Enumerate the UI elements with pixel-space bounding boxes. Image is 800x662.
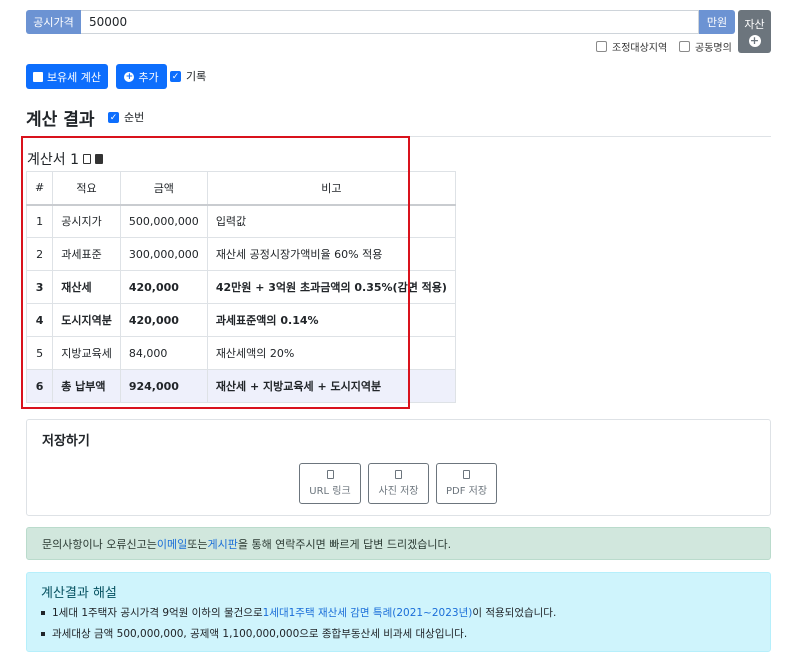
calc-button-label: 보유세 계산 [46, 70, 102, 84]
order-option[interactable]: ✓ 순번 [108, 109, 144, 125]
adjust-area-label: 조정대상지역 [612, 43, 668, 54]
explanation-line-2: 과세대상 금액 500,000,000, 공제액 1,100,000,000으로… [41, 626, 467, 641]
explanation-line-1-pre: 1세대 1주택자 공시가격 9억원 이하의 물건으로 [52, 607, 263, 619]
order-label: 순번 [124, 111, 145, 124]
board-link[interactable]: 게시판 [207, 536, 237, 552]
photo-save-label: 사진 저장 [378, 486, 419, 497]
joint-name-checkbox[interactable] [679, 41, 690, 52]
record-option[interactable]: ✓ 기록 [170, 68, 206, 84]
order-checkbox[interactable]: ✓ [108, 111, 119, 123]
record-label: 기록 [186, 70, 207, 83]
asset-button-label: 자산 [744, 18, 765, 31]
add-button-label: 추가 [138, 70, 159, 84]
photo-save-button[interactable]: 사진 저장 [368, 463, 429, 504]
unit-label: 만원 [699, 10, 735, 34]
adjust-area-option[interactable]: 조정대상지역 [596, 39, 667, 54]
explanation-line-1-post: 이 적용되었습니다. [472, 607, 557, 619]
results-title: 계산 결과 [26, 110, 95, 130]
special-rule-link[interactable]: 1세대1주택 재산세 감면 특례(2021~2023년) [263, 605, 473, 620]
joint-name-option[interactable]: 공동명의 [679, 39, 732, 54]
asset-button[interactable]: 자산 + [738, 10, 771, 53]
image-icon [395, 470, 402, 479]
calculator-icon [32, 71, 43, 82]
pdf-icon [463, 470, 470, 479]
price-input[interactable] [81, 10, 699, 34]
alert-text-mid: 또는 [187, 537, 208, 551]
plus-circle-icon: + [748, 34, 761, 47]
explanation-line-2-text: 과세대상 금액 500,000,000, 공제액 1,100,000,000으로… [52, 628, 468, 640]
save-title: 저장하기 [42, 434, 90, 449]
alert-text-post: 을 통해 연락주시면 빠르게 답변 드리겠습니다. [237, 537, 452, 551]
bullet-icon [41, 631, 45, 636]
email-link[interactable]: 이메일 [157, 536, 187, 552]
add-button[interactable]: + 추가 [116, 64, 167, 89]
pdf-save-button[interactable]: PDF 저장 [436, 463, 497, 504]
link-icon [326, 470, 334, 479]
highlight-box [21, 136, 410, 409]
plus-circle-icon: + [124, 71, 135, 82]
calc-button[interactable]: 보유세 계산 [26, 64, 108, 89]
pdf-save-label: PDF 저장 [445, 486, 488, 497]
url-link-label: URL 링크 [309, 486, 351, 497]
price-label: 공시가격 [26, 10, 81, 34]
joint-name-label: 공동명의 [695, 43, 732, 54]
alert-text-pre: 문의사항이나 오류신고는 [42, 537, 157, 551]
adjust-area-checkbox[interactable] [596, 41, 607, 52]
bullet-icon [41, 610, 45, 615]
explanation-title: 계산결과 해설 [41, 586, 117, 601]
record-checkbox[interactable]: ✓ [170, 70, 181, 82]
url-link-button[interactable]: URL 링크 [299, 463, 361, 504]
contact-alert: 문의사항이나 오류신고는 이메일 또는 게시판 을 통해 연락주시면 빠르게 답… [26, 527, 771, 560]
explanation-line-1: 1세대 1주택자 공시가격 9억원 이하의 물건으로 1세대1주택 재산세 감면… [41, 605, 556, 620]
